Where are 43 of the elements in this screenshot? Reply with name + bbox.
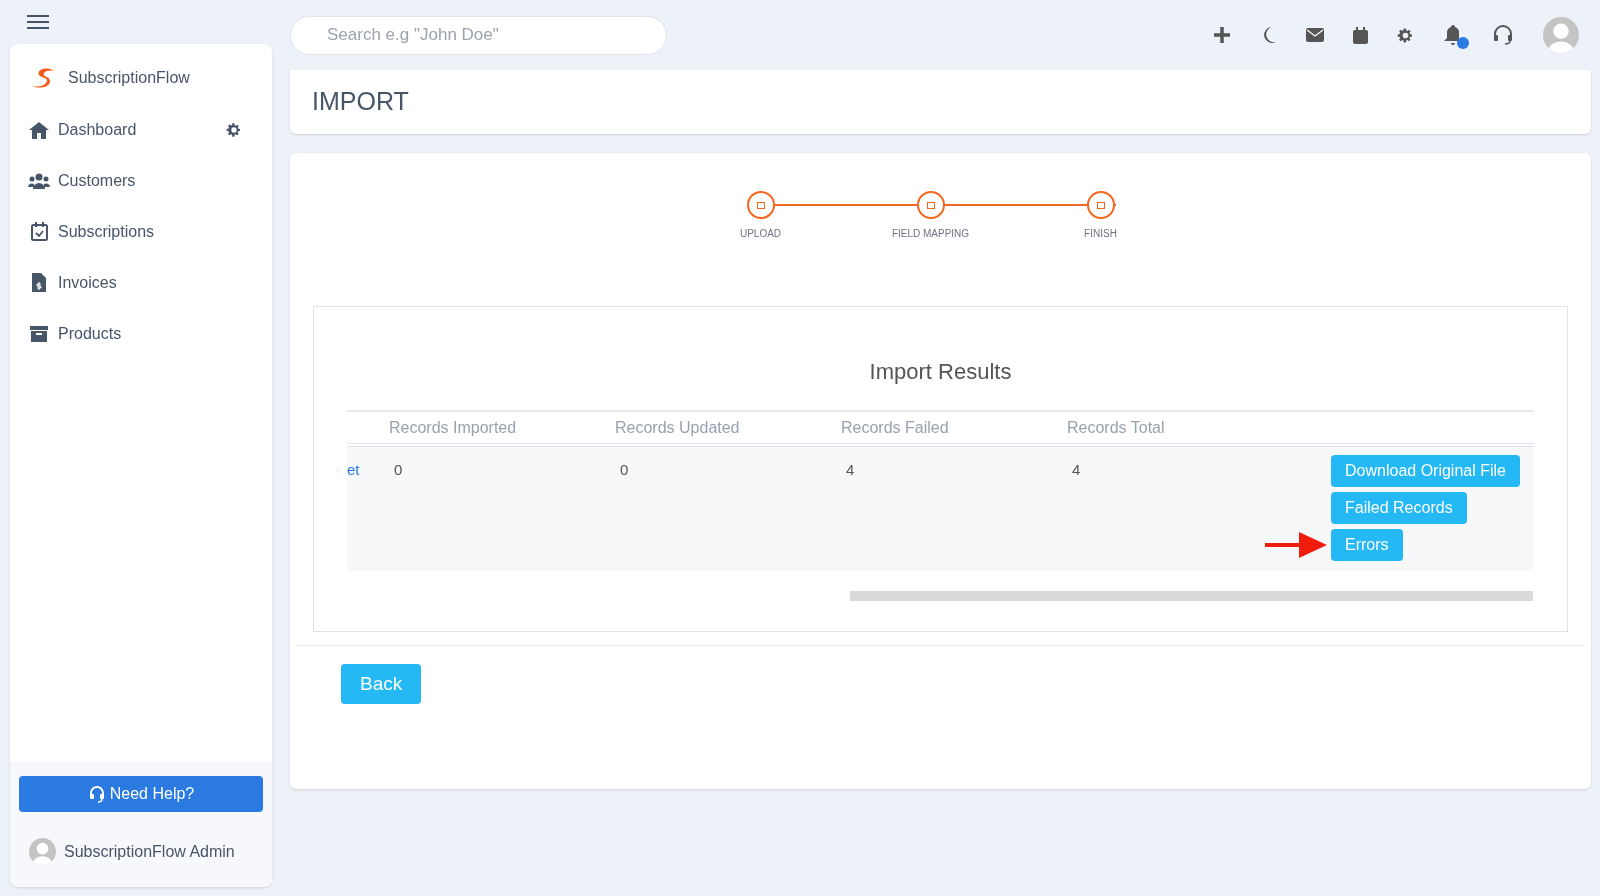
column-header: Records Failed bbox=[840, 417, 950, 438]
column-header: Records Imported bbox=[388, 417, 518, 438]
mail-icon[interactable] bbox=[1306, 28, 1324, 42]
table-cell-text: 4 bbox=[846, 460, 856, 480]
plus-icon[interactable] bbox=[1212, 25, 1232, 45]
scrollbar[interactable] bbox=[850, 591, 1533, 601]
settings-icon[interactable] bbox=[1397, 26, 1414, 44]
help-button[interactable]: Need Help? bbox=[19, 776, 263, 812]
step-label: FINISH bbox=[1084, 227, 1117, 241]
column-header: Records Total bbox=[1066, 417, 1166, 438]
results-title: Import Results bbox=[868, 358, 1013, 386]
calendar-check-icon bbox=[30, 222, 48, 241]
headset-icon bbox=[87, 785, 106, 803]
link-cell[interactable]: et bbox=[347, 459, 394, 482]
step-label: UPLOAD bbox=[739, 227, 782, 241]
action-button[interactable]: Download Original File bbox=[1331, 455, 1520, 487]
nav-item[interactable]: Invoices bbox=[28, 270, 117, 295]
nav-item[interactable]: Subscriptions bbox=[28, 219, 155, 244]
nav-item[interactable]: Products bbox=[28, 321, 122, 346]
moon-icon[interactable] bbox=[1261, 26, 1277, 44]
action-button[interactable]: Errors bbox=[1331, 529, 1403, 561]
settings-icon[interactable] bbox=[226, 121, 242, 138]
headset-icon[interactable] bbox=[1492, 24, 1514, 46]
page-title: IMPORT bbox=[312, 86, 409, 118]
table-cell-text: 0 bbox=[394, 460, 404, 480]
action-button[interactable]: Failed Records bbox=[1331, 492, 1467, 524]
users-icon bbox=[28, 172, 50, 189]
home-icon bbox=[29, 120, 49, 139]
step-label: FIELD MAPPING bbox=[891, 227, 970, 241]
calendar-icon[interactable] bbox=[1353, 26, 1368, 44]
table-cell-text: 0 bbox=[620, 460, 630, 480]
table-cell-text: 4 bbox=[1072, 460, 1082, 480]
nav-item[interactable]: Dashboard bbox=[28, 117, 137, 142]
back-button[interactable]: Back bbox=[341, 664, 422, 704]
user-name: SubscriptionFlow Admin bbox=[64, 841, 235, 862]
search-field[interactable]: Search e.g "John Doe" bbox=[290, 15, 667, 55]
archive-icon bbox=[30, 325, 48, 342]
invoice-icon bbox=[32, 273, 46, 292]
avatar-icon bbox=[29, 838, 56, 865]
brand-name: SubscriptionFlow bbox=[68, 68, 190, 88]
column-header: Records Updated bbox=[614, 417, 741, 438]
menu-icon[interactable] bbox=[26, 14, 50, 30]
nav-item[interactable]: Customers bbox=[28, 168, 136, 193]
